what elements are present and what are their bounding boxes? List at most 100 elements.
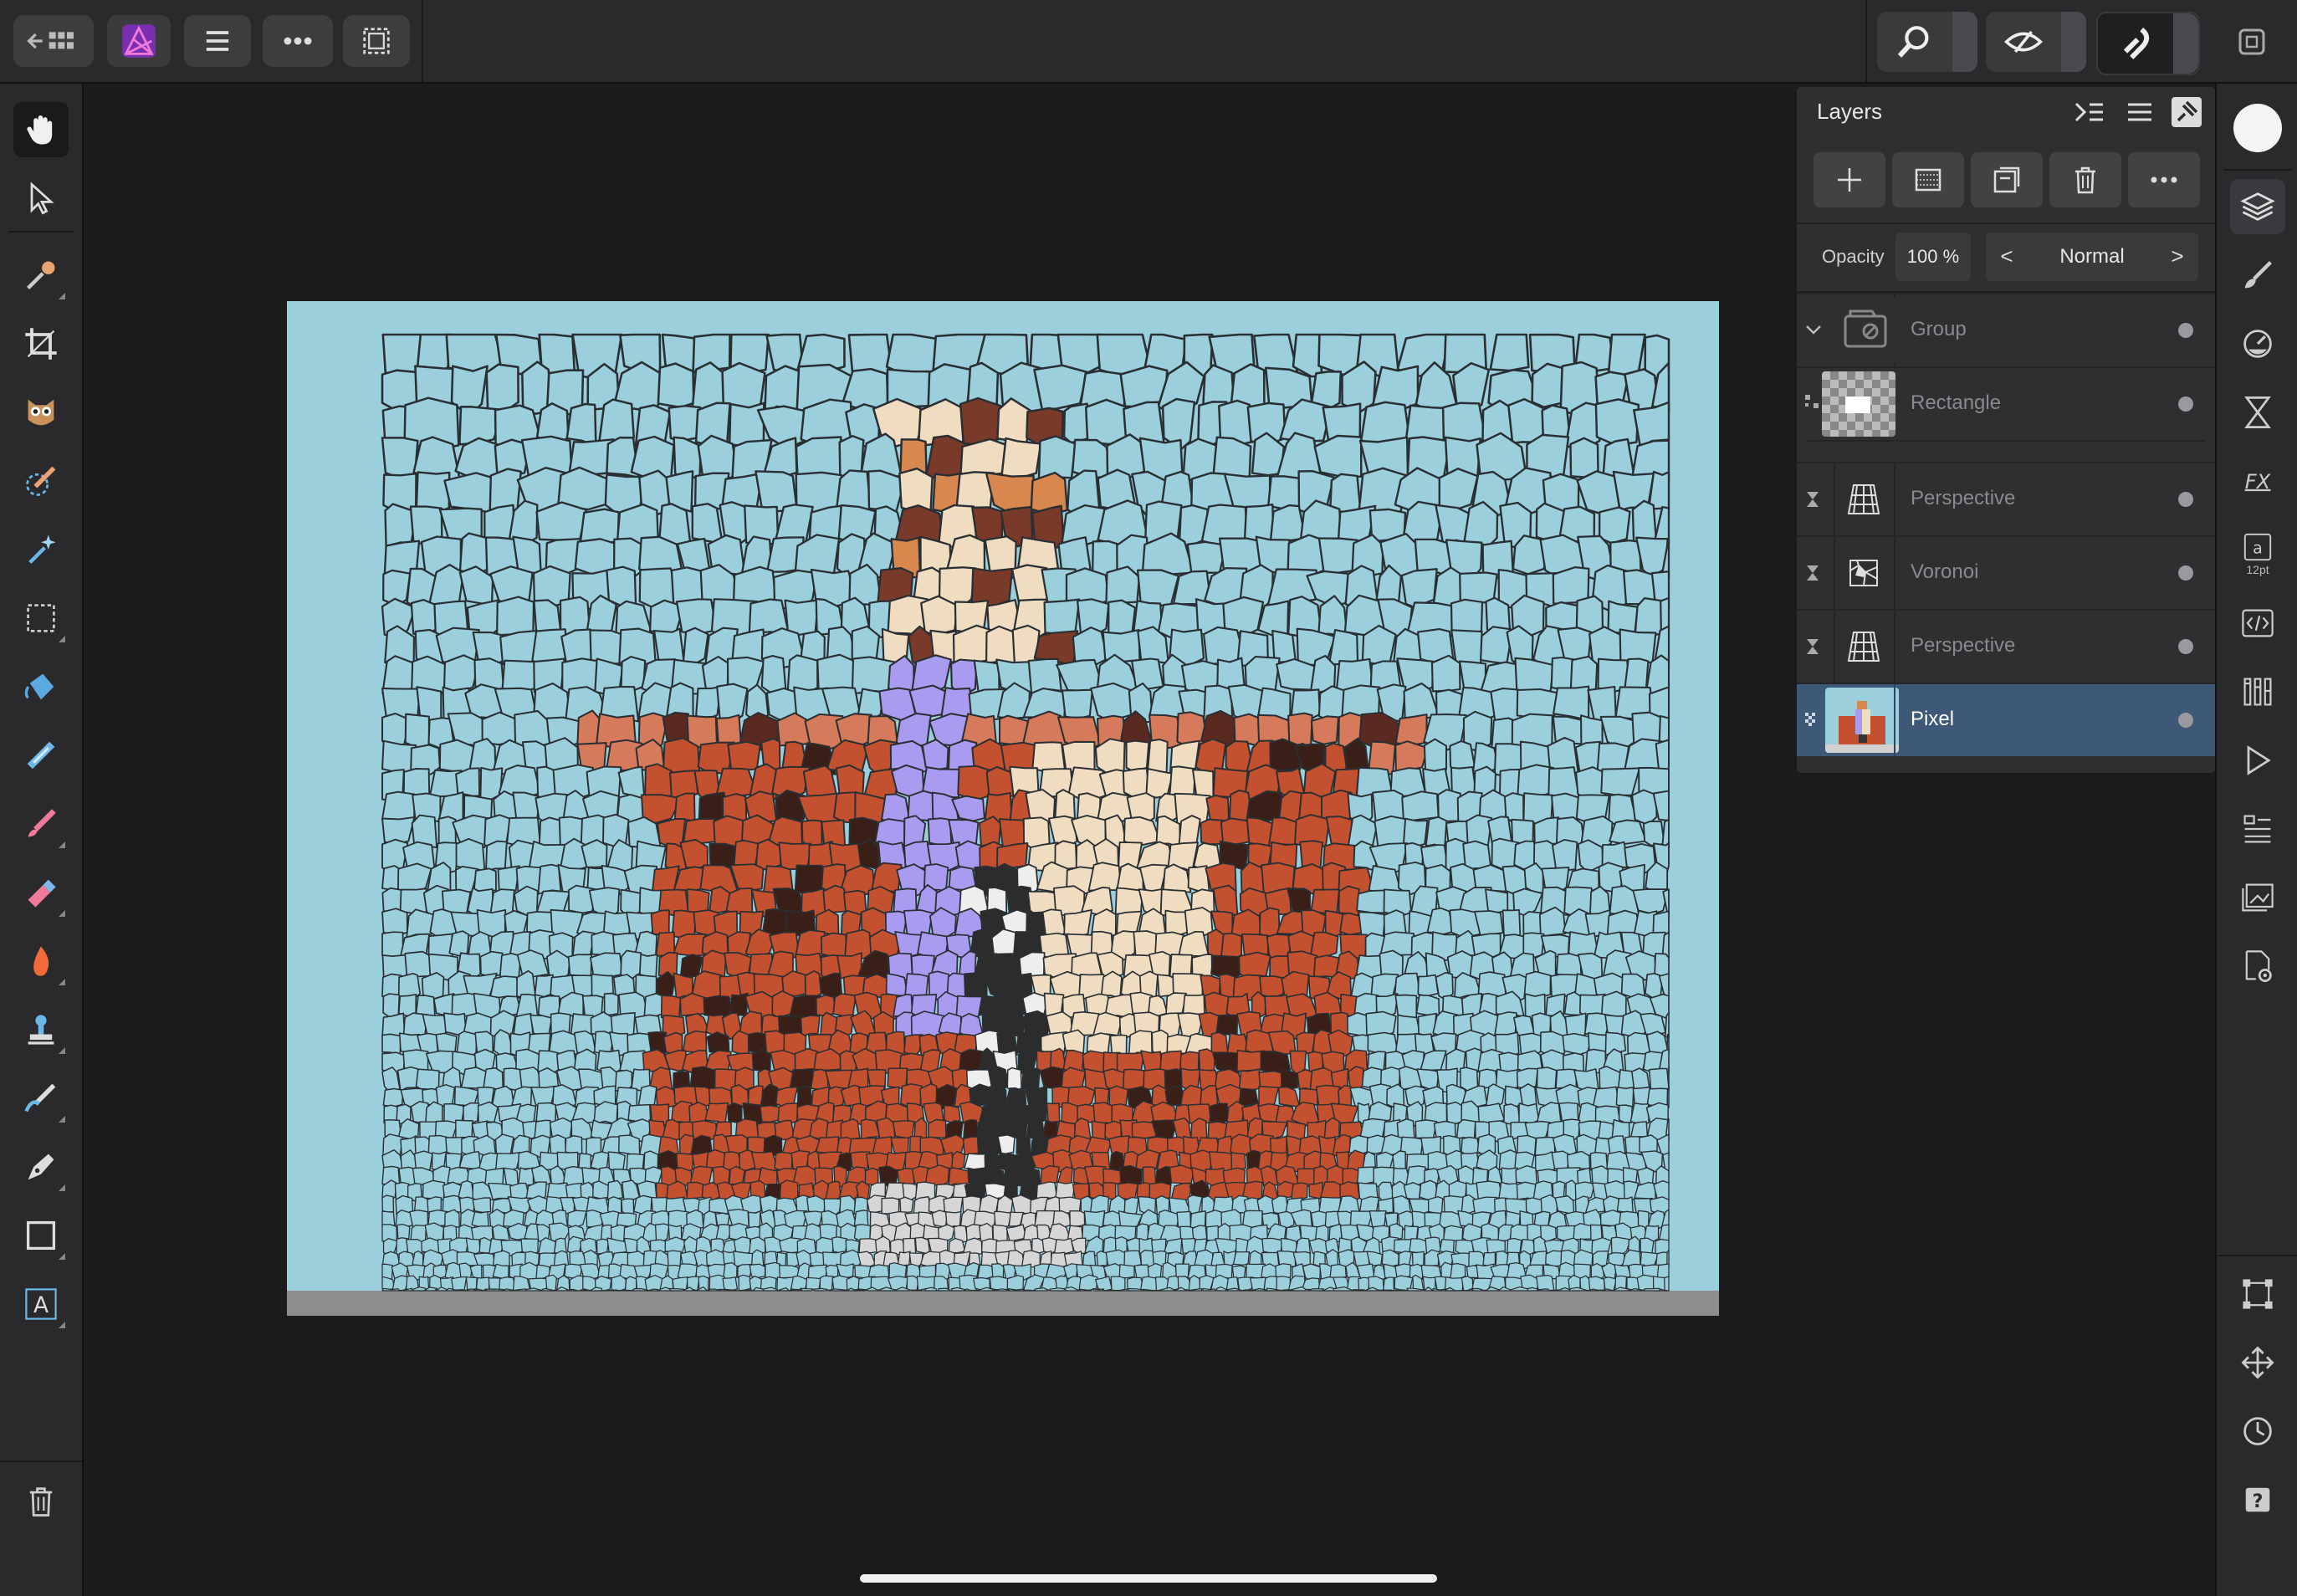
burn-brush-tool[interactable] [13, 934, 69, 989]
layer-row-group[interactable]: Group [1797, 293, 2215, 366]
blend-mode-selector[interactable]: < Normal > [1986, 233, 2198, 281]
voronoi-mosaic-image [287, 301, 1719, 1316]
opacity-field[interactable]: 100 % [1895, 233, 1971, 281]
panel-menu-button[interactable] [2123, 97, 2156, 127]
collapse-panel-button[interactable] [2073, 97, 2106, 127]
adjustments-studio-button[interactable] [2230, 316, 2285, 371]
more-button[interactable] [263, 15, 333, 67]
layer-name: Voronoi [1911, 560, 1979, 583]
brushes-studio-button[interactable] [2230, 248, 2285, 303]
svg-text:A: A [33, 1292, 49, 1318]
gradient-tool[interactable] [13, 728, 69, 783]
hamburger-icon [2128, 103, 2151, 121]
flood-fill-tool[interactable] [13, 659, 69, 714]
macro-studio-button[interactable] [2230, 733, 2285, 788]
window-restore-button[interactable] [2235, 25, 2269, 59]
stock-studio-button[interactable] [2230, 801, 2285, 857]
effects-studio-button[interactable]: FX [2230, 453, 2285, 509]
text-tool[interactable]: A [13, 1276, 69, 1332]
layer-row-pixel[interactable]: Pixel [1797, 683, 2215, 756]
smudge-icon [24, 1083, 56, 1113]
photo-persona-button[interactable] [107, 15, 171, 67]
add-mask-button[interactable] [1892, 152, 1964, 207]
selection-button[interactable] [343, 15, 410, 67]
document-canvas[interactable] [287, 301, 1719, 1316]
layer-row-perspective-bottom[interactable]: Perspective [1797, 609, 2215, 683]
pixel-thumbnail-image [1825, 701, 1899, 753]
hand-icon [27, 115, 53, 145]
view-options-tab[interactable] [2061, 12, 2086, 72]
more-layer-options-button[interactable] [2128, 152, 2200, 207]
blend-mode-prev-button[interactable]: < [1994, 243, 2019, 269]
code-studio-button[interactable] [2230, 596, 2285, 651]
view-tool[interactable] [13, 102, 69, 157]
perspective-grid-icon [1847, 484, 1880, 514]
ellipsis-icon [284, 37, 312, 45]
selection-brush-icon [26, 466, 56, 496]
snapping-options-tab[interactable] [2173, 13, 2198, 74]
top-toolbar [0, 0, 2297, 84]
live-filters-studio-button[interactable] [2230, 385, 2285, 440]
navigator-studio-button[interactable] [2230, 870, 2285, 925]
color-swatch-button[interactable] [2230, 100, 2285, 156]
delete-layer-button[interactable] [2049, 152, 2121, 207]
image-frame-icon [2242, 883, 2274, 912]
transform-studio-button[interactable] [2230, 1266, 2285, 1322]
chevron-down-icon[interactable] [1803, 320, 1824, 340]
crop-icon [25, 328, 57, 360]
child-indicator-icon [1805, 395, 1819, 408]
hourglass-icon [1807, 639, 1819, 654]
pin-icon [2177, 100, 2198, 122]
zoom-options-tab[interactable] [1952, 12, 1977, 72]
plus-icon [1838, 168, 1861, 192]
menu-button[interactable] [184, 15, 251, 67]
marquee-tool[interactable] [13, 591, 69, 646]
add-layer-button[interactable] [1814, 152, 1885, 207]
back-to-home-button[interactable] [13, 15, 94, 67]
paint-brush-tool[interactable] [13, 796, 69, 852]
rectangle-tool[interactable] [13, 1208, 69, 1263]
layer-visibility-toggle[interactable] [2178, 323, 2193, 338]
help-button[interactable]: ? [2230, 1472, 2285, 1527]
history-studio-button[interactable] [2230, 1404, 2285, 1459]
layer-visibility-toggle[interactable] [2178, 639, 2193, 654]
collapse-panel-icon [2074, 102, 2103, 122]
pin-panel-button[interactable] [2172, 97, 2202, 127]
channels-studio-button[interactable] [2230, 664, 2285, 719]
add-group-button[interactable] [1971, 152, 2043, 207]
perspective-grid-icon [1847, 632, 1880, 662]
persona-owl-tool[interactable] [13, 385, 69, 440]
home-indicator[interactable] [860, 1574, 1437, 1583]
layer-visibility-toggle[interactable] [2178, 565, 2193, 581]
blend-mode-value: Normal [2059, 245, 2125, 268]
crop-tool[interactable] [13, 316, 69, 371]
text-styles-studio-button[interactable]: a 12pt [2230, 522, 2285, 586]
move-tool[interactable] [13, 171, 69, 226]
divider [1797, 223, 2215, 224]
layer-visibility-toggle[interactable] [2178, 713, 2193, 728]
color-picker-tool[interactable] [13, 248, 69, 303]
clone-brush-tool[interactable] [13, 1002, 69, 1057]
view-quality-button[interactable] [1986, 12, 2086, 72]
layer-visibility-toggle[interactable] [2178, 396, 2193, 412]
layer-row-rectangle[interactable]: Rectangle [1797, 366, 2215, 440]
magnet-icon [2123, 27, 2150, 59]
settings-studio-button[interactable] [2230, 939, 2285, 994]
erase-brush-tool[interactable] [13, 865, 69, 920]
flood-select-tool[interactable] [13, 522, 69, 577]
delete-button[interactable] [13, 1474, 69, 1529]
layer-row-perspective-top[interactable]: Perspective [1797, 462, 2215, 535]
layer-row-voronoi[interactable]: Voronoi [1797, 535, 2215, 609]
smudge-brush-tool[interactable] [13, 1071, 69, 1126]
zoom-button[interactable] [1877, 12, 1977, 72]
divider [422, 0, 423, 82]
snapping-button[interactable] [2096, 12, 2200, 75]
trash-icon [29, 1487, 53, 1517]
selection-brush-tool[interactable] [13, 453, 69, 509]
move-nudge-button[interactable] [2230, 1335, 2285, 1390]
owl-icon [28, 399, 54, 426]
layers-studio-button[interactable] [2230, 179, 2285, 234]
blend-mode-next-button[interactable]: > [2165, 243, 2190, 269]
layer-visibility-toggle[interactable] [2178, 492, 2193, 507]
pen-tool[interactable] [13, 1139, 69, 1194]
